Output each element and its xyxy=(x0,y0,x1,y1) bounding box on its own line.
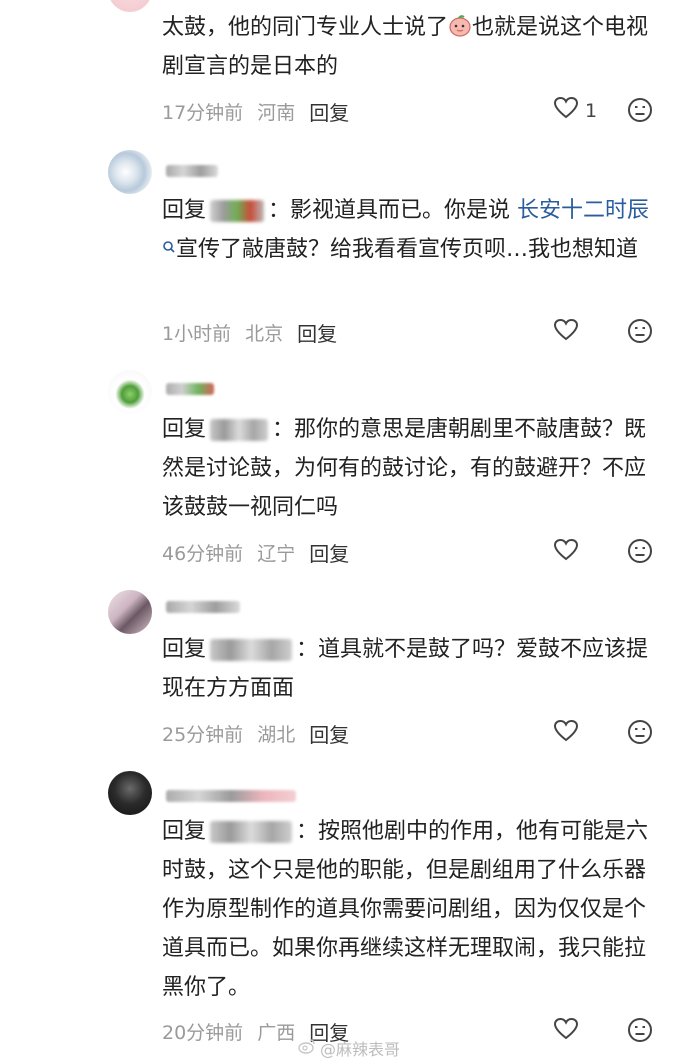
avatar[interactable] xyxy=(108,370,152,414)
reply-button[interactable]: 回复 xyxy=(297,318,337,347)
comment-time: 46分钟前 xyxy=(162,543,244,565)
like-count: 1 xyxy=(585,99,598,122)
comment-meta: 17分钟前 河南 回复 xyxy=(162,97,349,126)
peach-emoji-icon xyxy=(448,11,472,37)
avatar[interactable] xyxy=(108,771,152,815)
comment-time: 1小时前 xyxy=(162,323,232,345)
search-magnifier-icon[interactable] xyxy=(162,230,176,253)
sad-face-icon xyxy=(627,720,653,749)
comment-time: 17分钟前 xyxy=(162,102,244,124)
like-button[interactable] xyxy=(553,318,579,347)
sad-face-icon xyxy=(627,539,653,568)
sad-face-icon xyxy=(627,319,653,348)
comment-location: 辽宁 xyxy=(257,543,296,565)
heart-outline-icon xyxy=(553,1017,579,1046)
topic-link[interactable]: 长安十二时辰 xyxy=(517,198,649,223)
dislike-button[interactable] xyxy=(627,719,653,749)
heart-outline-icon xyxy=(553,719,579,748)
comment-text: 太鼓，他的同门专业人士说了 也就是说这个电视剧宣言的是日本的 xyxy=(162,8,662,86)
mention-username[interactable] xyxy=(210,419,269,441)
dislike-button[interactable] xyxy=(627,1017,653,1047)
dislike-button[interactable] xyxy=(627,97,653,127)
comment-location: 河南 xyxy=(257,102,296,124)
comment-location: 广西 xyxy=(257,1022,296,1044)
like-button[interactable] xyxy=(553,1017,579,1046)
comment-meta: 25分钟前 湖北 回复 xyxy=(162,719,349,748)
avatar[interactable] xyxy=(108,0,152,12)
mention-username[interactable] xyxy=(210,639,293,661)
mention-username[interactable] xyxy=(210,821,293,843)
reply-button[interactable]: 回复 xyxy=(309,97,349,126)
like-button[interactable] xyxy=(553,719,579,748)
comment-meta: 1小时前 北京 回复 xyxy=(162,318,337,347)
comment-time: 20分钟前 xyxy=(162,1022,244,1044)
sad-face-icon xyxy=(627,98,653,127)
comment-location: 湖北 xyxy=(257,724,296,746)
comment-text: 回复 ：按照他剧中的作用，他有可能是六时鼓，这个只是他的职能，但是剧组用了什么乐器… xyxy=(162,819,649,1000)
username[interactable] xyxy=(166,383,214,395)
heart-outline-icon xyxy=(553,318,579,347)
reply-button[interactable]: 回复 xyxy=(309,538,349,567)
heart-outline-icon xyxy=(553,96,579,125)
dislike-button[interactable] xyxy=(627,538,653,568)
avatar[interactable] xyxy=(108,150,152,194)
comment-text: 回复 ：影视道具而已。你是说 长安十二时辰 宣传了敲唐鼓？给我看看宣传页呗…我也想… xyxy=(162,198,650,262)
avatar[interactable] xyxy=(108,590,152,634)
heart-outline-icon xyxy=(553,538,579,567)
dislike-button[interactable] xyxy=(627,318,653,348)
comment-location: 北京 xyxy=(245,323,284,345)
reply-button[interactable]: 回复 xyxy=(309,719,349,748)
username[interactable] xyxy=(166,165,218,177)
sad-face-icon xyxy=(627,1018,653,1047)
comment-text: 回复 ：道具就不是鼓了吗？爱鼓不应该提现在方方面面 xyxy=(162,637,649,701)
username[interactable] xyxy=(166,601,240,613)
comment-text: 回复 ：那你的意思是唐朝剧里不敲唐鼓？既然是讨论鼓，为何有的鼓讨论，有的鼓避开？不… xyxy=(162,417,647,520)
comment-meta: 46分钟前 辽宁 回复 xyxy=(162,538,349,567)
watermark-text: @麻辣表哥 xyxy=(320,1040,401,1059)
username[interactable] xyxy=(166,790,296,802)
weibo-logo-icon xyxy=(298,1038,316,1058)
watermark: @麻辣表哥 xyxy=(298,1036,400,1060)
like-button[interactable] xyxy=(553,538,579,567)
mention-username[interactable] xyxy=(210,200,265,222)
comment-time: 25分钟前 xyxy=(162,724,244,746)
like-button[interactable]: 1 xyxy=(553,96,597,125)
